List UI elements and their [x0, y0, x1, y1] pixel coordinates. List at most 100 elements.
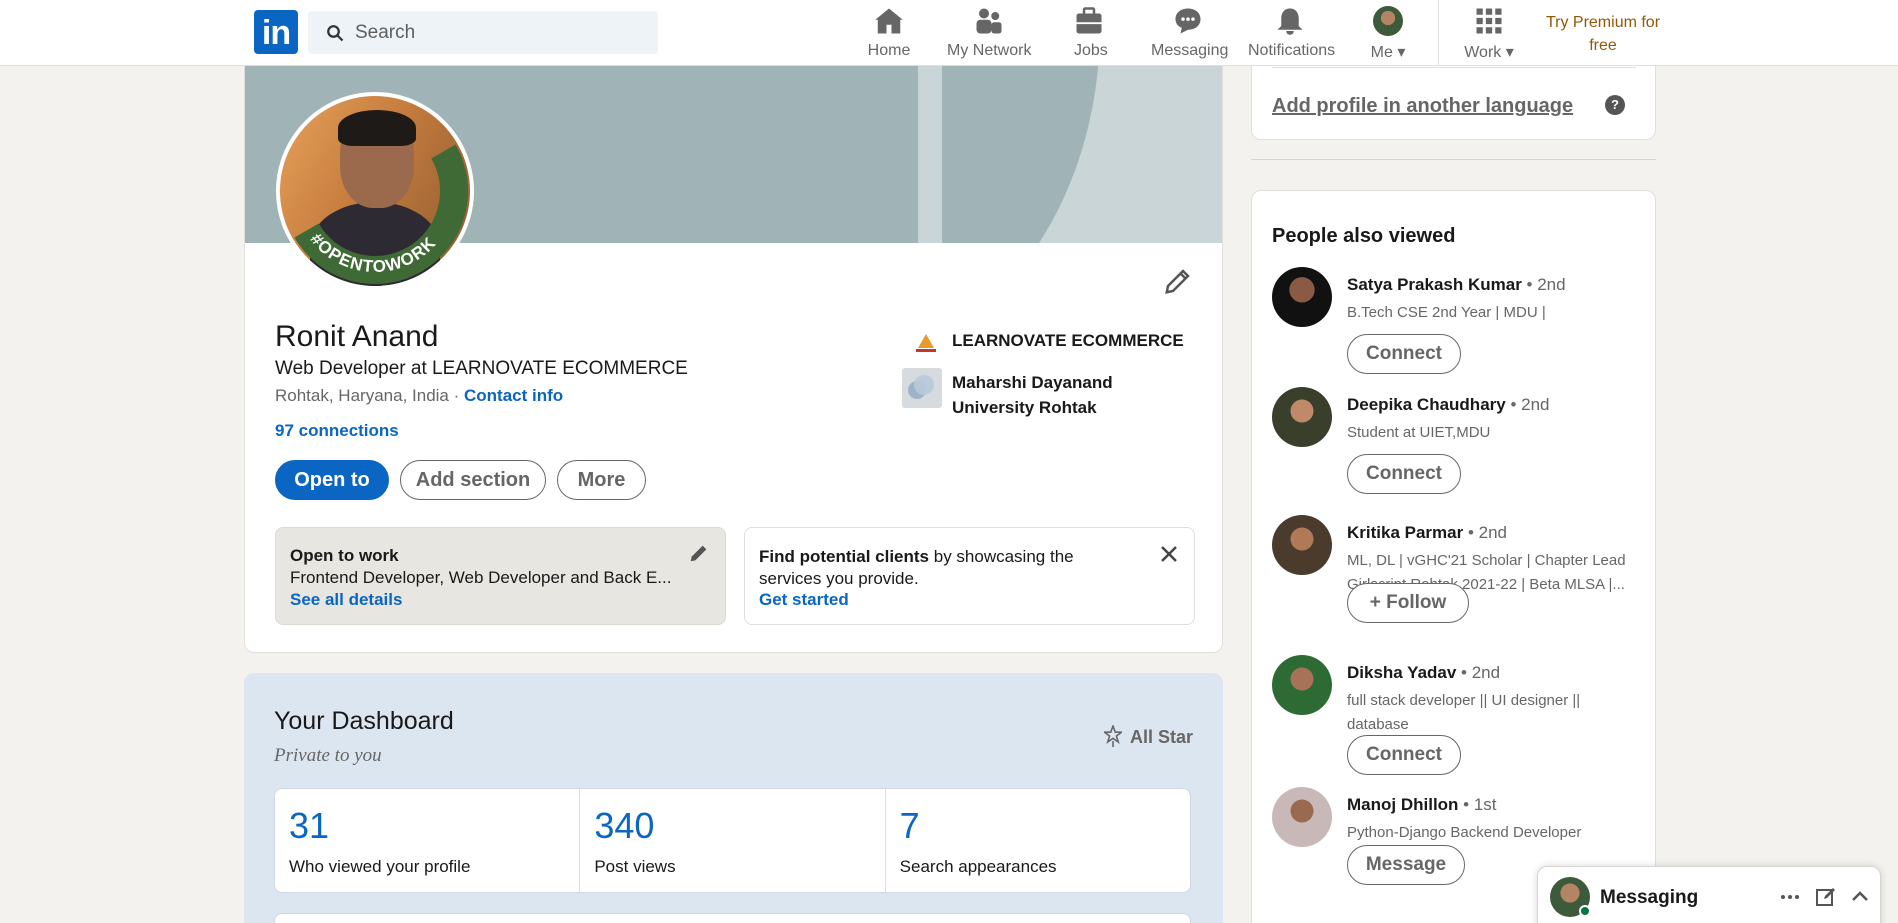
- language-card: Add profile in another language ?: [1251, 56, 1656, 140]
- nav-jobs[interactable]: Jobs: [1074, 6, 1108, 62]
- open-to-work-title: Open to work: [290, 546, 399, 565]
- messaging-label: Messaging: [1600, 887, 1699, 908]
- person-name: Deepika Chaudhary: [1347, 395, 1506, 414]
- avatar[interactable]: [1272, 267, 1332, 327]
- online-status-indicator: [1579, 905, 1591, 917]
- edit-pencil-icon[interactable]: [688, 542, 710, 564]
- nav-my-network-label: My Network: [947, 42, 1032, 59]
- top-nav: in Search Home My Network Jobs Messaging…: [0, 0, 1898, 66]
- find-clients-card: Find potential clients by showcasing the…: [744, 527, 1195, 625]
- add-language-link[interactable]: Add profile in another language: [1272, 95, 1573, 118]
- person-name: Diksha Yadav: [1347, 663, 1457, 682]
- connections-link[interactable]: 97 connections: [275, 421, 399, 441]
- dashboard-stats: 31 Who viewed your profile 340 Post view…: [274, 788, 1191, 893]
- chevron-down-icon: ▾: [1397, 44, 1406, 61]
- close-icon[interactable]: [1157, 542, 1181, 566]
- stat-value: 7: [899, 805, 920, 846]
- follow-button-label: Follow: [1386, 592, 1447, 613]
- connect-button[interactable]: Connect: [1347, 334, 1461, 374]
- profile-name: Ronit Anand: [275, 320, 439, 353]
- avatar[interactable]: [1272, 655, 1332, 715]
- edit-pencil-icon[interactable]: [1163, 266, 1193, 296]
- stat-profile-views[interactable]: 31 Who viewed your profile: [275, 789, 581, 892]
- nav-work[interactable]: Work ▾: [1458, 6, 1520, 62]
- connection-degree: • 2nd: [1456, 663, 1501, 682]
- person-name: Satya Prakash Kumar: [1347, 275, 1522, 294]
- stat-search-appearances[interactable]: 7 Search appearances: [886, 789, 1190, 892]
- more-button[interactable]: More: [557, 460, 646, 500]
- try-premium-link[interactable]: Try Premium for free: [1536, 11, 1670, 57]
- nav-jobs-label: Jobs: [1074, 42, 1108, 59]
- home-icon: [875, 8, 903, 34]
- chevron-down-icon: ▾: [1505, 44, 1514, 61]
- avatar[interactable]: [1272, 387, 1332, 447]
- nav-me-label: Me: [1370, 44, 1393, 61]
- messaging-overlay[interactable]: Messaging: [1537, 866, 1881, 923]
- learnovate-logo: [906, 324, 946, 364]
- all-star-label: All Star: [1130, 727, 1194, 747]
- stat-value: 31: [289, 805, 330, 846]
- network-icon: [976, 8, 1002, 34]
- education-org[interactable]: Maharshi Dayanand University Rohtak: [952, 370, 1142, 420]
- stat-post-views[interactable]: 340 Post views: [580, 789, 886, 892]
- experience-org[interactable]: LEARNOVATE ECOMMERCE: [952, 331, 1184, 351]
- jobs-icon: [1076, 7, 1102, 34]
- nav-divider: [1438, 0, 1439, 66]
- more-options-icon[interactable]: [1778, 885, 1802, 909]
- nav-me[interactable]: Me ▾: [1364, 6, 1412, 62]
- nav-home-label: Home: [867, 42, 911, 59]
- message-button[interactable]: Message: [1347, 845, 1465, 885]
- connect-button[interactable]: Connect: [1347, 735, 1461, 775]
- dashboard-subtitle: Private to you: [274, 745, 382, 766]
- person-headline: Student at UIET,MDU: [1347, 424, 1491, 441]
- open-to-button[interactable]: Open to: [275, 460, 389, 500]
- see-all-details-link[interactable]: See all details: [290, 590, 402, 610]
- contact-info-link[interactable]: Contact info: [464, 386, 563, 405]
- profile-location-line: Rohtak, Haryana, India · Contact info: [275, 386, 563, 406]
- connect-button[interactable]: Connect: [1347, 454, 1461, 494]
- profile-headline: Web Developer at LEARNOVATE ECOMMERCE: [275, 358, 688, 379]
- add-section-button[interactable]: Add section: [400, 460, 546, 500]
- chevron-up-icon[interactable]: [1848, 885, 1872, 909]
- grid-icon: [1476, 8, 1502, 34]
- location-separator: ·: [448, 386, 464, 405]
- nav-my-network[interactable]: My Network: [947, 6, 1031, 62]
- open-to-work-frame: #OPENTOWORK: [294, 144, 468, 286]
- open-to-work-roles: Frontend Developer, Web Developer and Ba…: [290, 568, 672, 587]
- star-icon: [1102, 723, 1124, 747]
- person-name: Manoj Dhillon: [1347, 795, 1459, 814]
- stat-label: Search appearances: [899, 857, 1057, 876]
- help-icon[interactable]: ?: [1605, 95, 1625, 115]
- nav-notifications[interactable]: Notifications: [1248, 6, 1335, 62]
- avatar[interactable]: [1272, 515, 1332, 575]
- profile-card: #OPENTOWORK Ronit Anand Web Developer at…: [244, 55, 1223, 653]
- find-clients-title: Find potential clients: [759, 547, 930, 566]
- dashboard-next-card: [274, 913, 1191, 923]
- open-to-work-card[interactable]: Open to work Frontend Developer, Web Dev…: [275, 527, 726, 625]
- person-headline: Python-Django Backend Developer: [1347, 824, 1582, 841]
- plus-icon: +: [1369, 592, 1387, 613]
- follow-button[interactable]: + Follow: [1347, 583, 1469, 623]
- person-headline: full stack developer || UI designer || d…: [1347, 692, 1581, 733]
- stat-label: Who viewed your profile: [289, 857, 471, 876]
- profile-photo[interactable]: #OPENTOWORK: [276, 92, 474, 290]
- get-started-link[interactable]: Get started: [759, 590, 849, 610]
- linkedin-logo[interactable]: in: [254, 10, 298, 54]
- messaging-icon: [1175, 8, 1201, 34]
- university-logo: [902, 368, 942, 408]
- nav-home[interactable]: Home: [867, 6, 911, 62]
- dashboard-card: Your Dashboard Private to you All Star 3…: [244, 673, 1223, 923]
- nav-work-label: Work: [1464, 44, 1502, 61]
- connection-degree: • 2nd: [1463, 523, 1507, 542]
- nav-messaging[interactable]: Messaging: [1151, 6, 1228, 62]
- people-also-viewed-title: People also viewed: [1272, 225, 1456, 247]
- connection-degree: • 2nd: [1505, 395, 1550, 414]
- search-input[interactable]: Search: [308, 11, 658, 54]
- avatar[interactable]: [1272, 787, 1332, 847]
- stat-value: 340: [594, 805, 655, 846]
- person-name: Kritika Parmar: [1347, 523, 1464, 542]
- connection-degree: • 2nd: [1521, 275, 1566, 294]
- people-also-viewed-card: People also viewed Satya Prakash Kumar •…: [1251, 190, 1656, 923]
- compose-icon[interactable]: [1814, 885, 1838, 909]
- svg-text:#OPENTOWORK: #OPENTOWORK: [304, 191, 443, 286]
